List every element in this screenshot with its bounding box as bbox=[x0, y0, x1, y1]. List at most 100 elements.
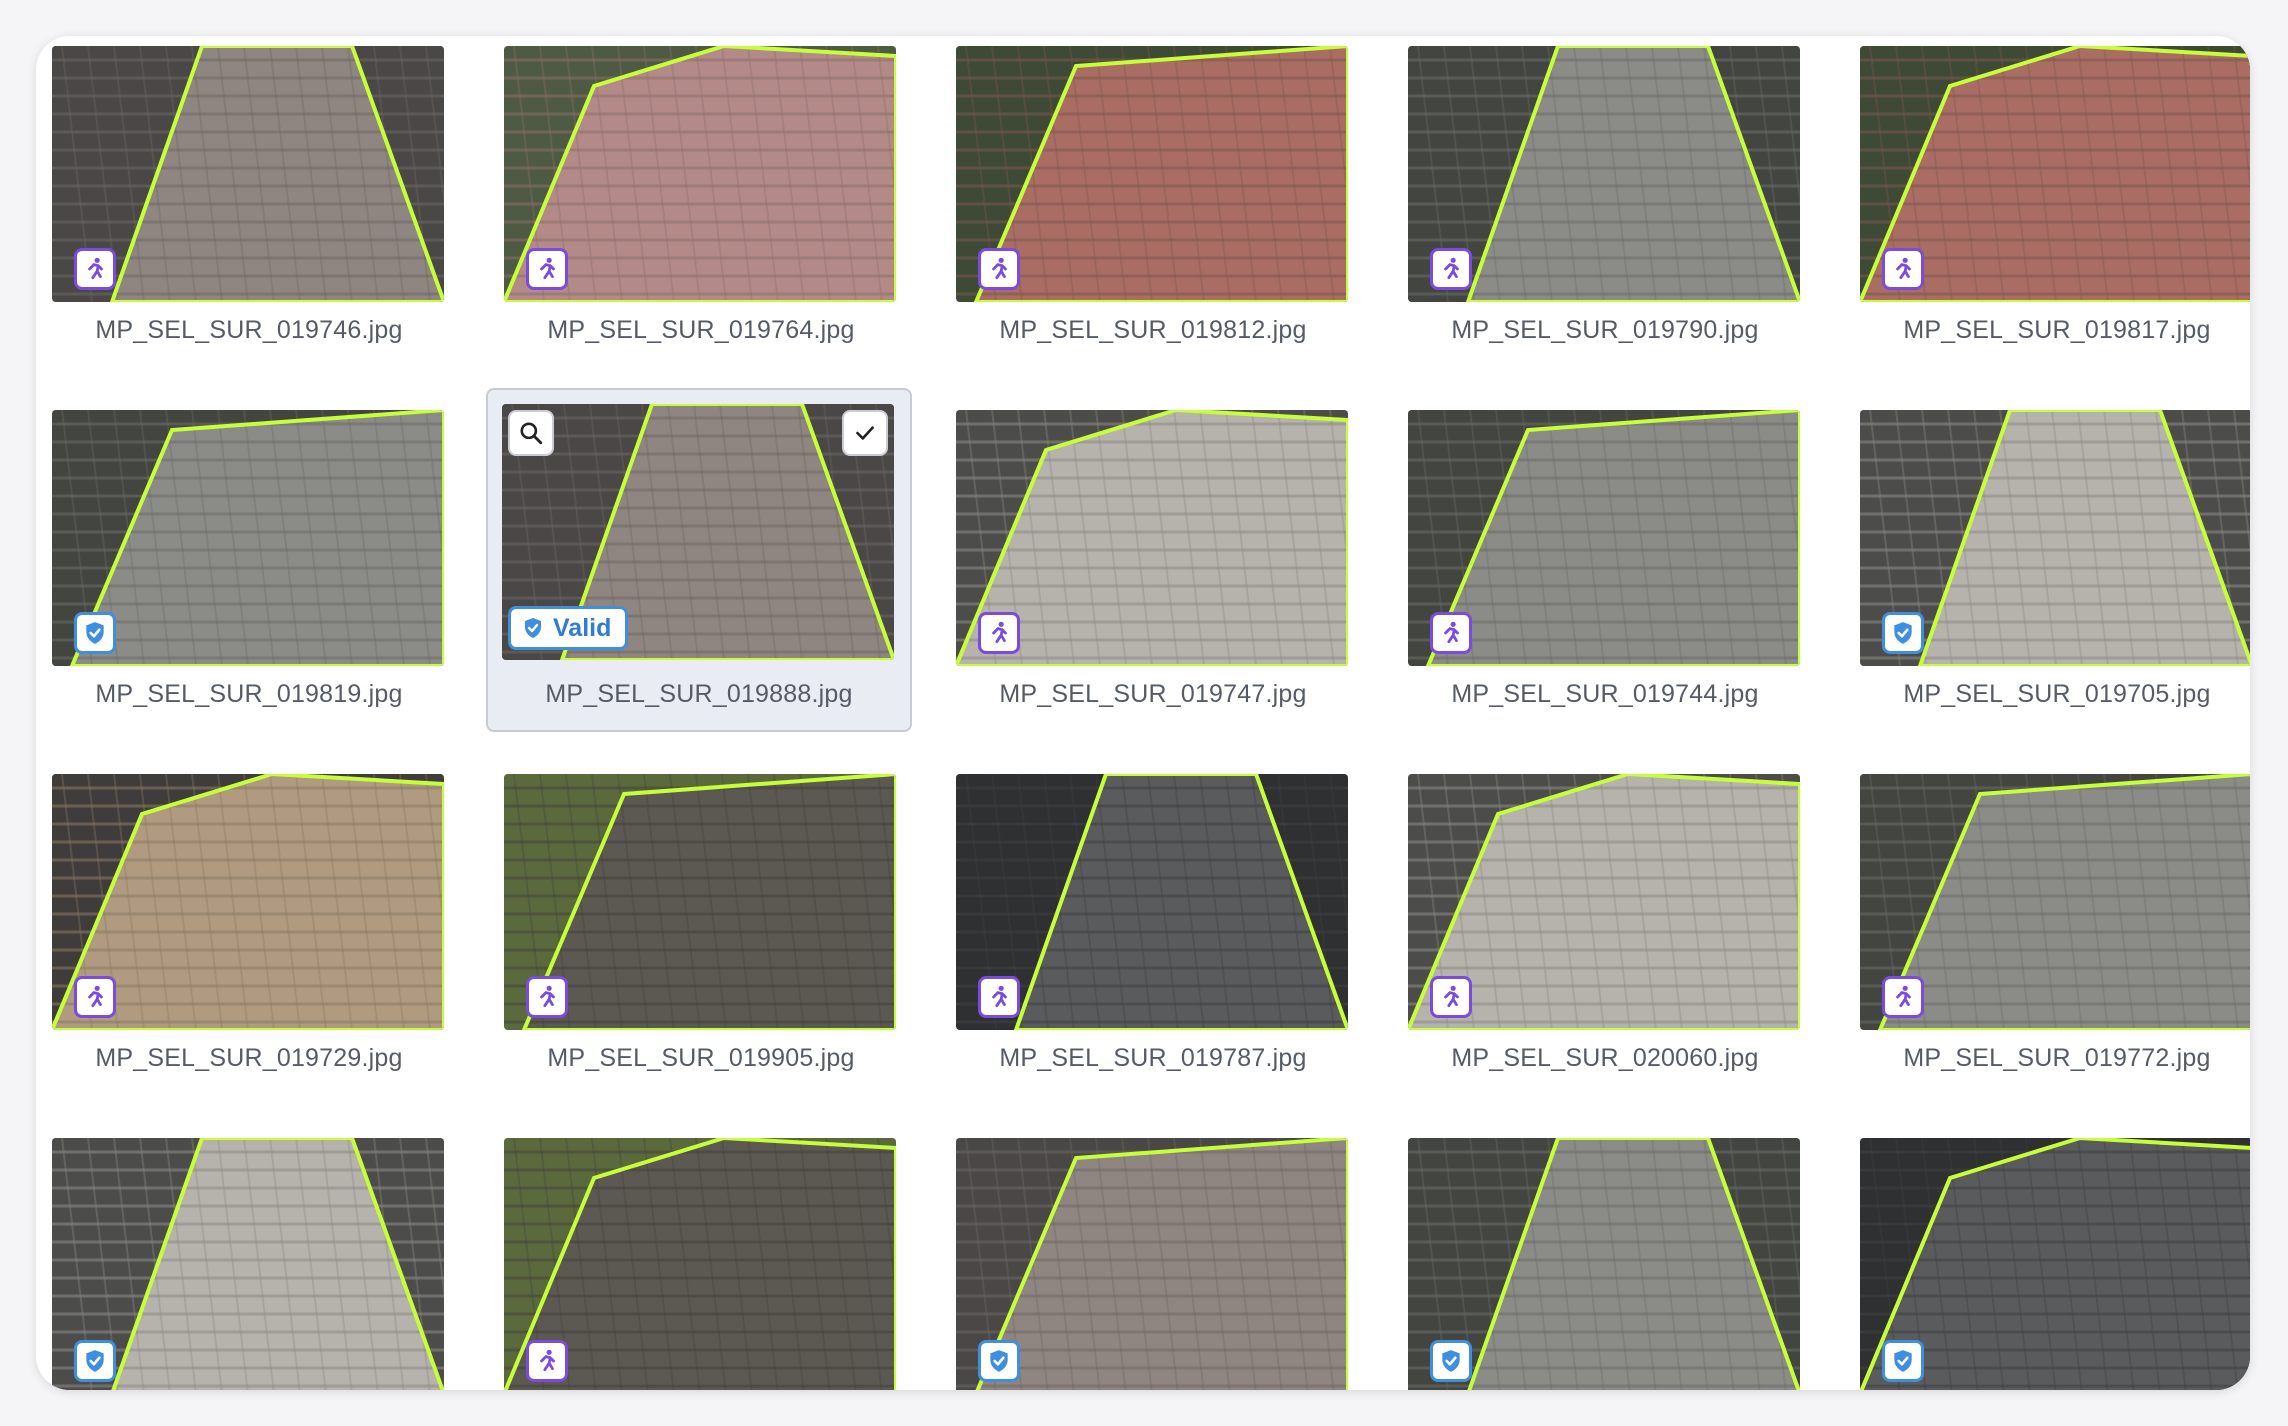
thumbnail[interactable] bbox=[956, 774, 1348, 1030]
thumbnail[interactable] bbox=[956, 410, 1348, 666]
valid-badge bbox=[74, 1340, 116, 1382]
valid-badge bbox=[1882, 1340, 1924, 1382]
shield-check-icon bbox=[1894, 622, 1912, 644]
gallery-item[interactable]: MP_SEL_SUR_019819.jpg bbox=[36, 402, 462, 740]
thumbnail[interactable] bbox=[52, 410, 444, 666]
gallery-item[interactable]: MP_SEL_SUR_019729.jpg bbox=[36, 766, 462, 1104]
pedestrian-icon bbox=[540, 1349, 555, 1372]
valid-badge bbox=[74, 612, 116, 654]
filename-label: MP_SEL_SUR_019747.jpg bbox=[999, 680, 1307, 708]
pedestrian-icon bbox=[540, 985, 555, 1008]
pedestrian-icon bbox=[992, 257, 1007, 280]
thumbnail[interactable] bbox=[504, 1138, 896, 1390]
gallery-item[interactable]: MP_SEL_SUR_019790.jpg bbox=[1392, 38, 1818, 376]
filename-label: MP_SEL_SUR_019772.jpg bbox=[1903, 1044, 2211, 1072]
thumbnail[interactable] bbox=[52, 1138, 444, 1390]
shield-check-icon bbox=[525, 618, 541, 638]
pedestrian-badge bbox=[1882, 976, 1924, 1018]
pedestrian-badge bbox=[1430, 248, 1472, 290]
pedestrian-badge bbox=[526, 1340, 568, 1382]
pedestrian-badge bbox=[978, 976, 1020, 1018]
pedestrian-icon bbox=[88, 985, 103, 1008]
filename-label: MP_SEL_SUR_019819.jpg bbox=[95, 680, 403, 708]
shield-check-icon bbox=[86, 622, 104, 644]
thumbnail[interactable] bbox=[1408, 774, 1800, 1030]
gallery-item[interactable] bbox=[1844, 1130, 2250, 1390]
filename-label: MP_SEL_SUR_019729.jpg bbox=[95, 1044, 403, 1072]
thumbnail[interactable] bbox=[52, 774, 444, 1030]
pedestrian-badge bbox=[1430, 612, 1472, 654]
select-checkbox[interactable] bbox=[842, 410, 888, 456]
valid-status-badge: Valid bbox=[508, 606, 629, 650]
pedestrian-icon bbox=[540, 257, 555, 280]
valid-badge bbox=[1430, 1340, 1472, 1382]
checkmark-icon bbox=[856, 426, 874, 440]
thumbnail[interactable] bbox=[1860, 1138, 2250, 1390]
pedestrian-icon bbox=[992, 621, 1007, 644]
filename-label: MP_SEL_SUR_019746.jpg bbox=[95, 316, 403, 344]
valid-badge bbox=[978, 1340, 1020, 1382]
thumbnail[interactable] bbox=[504, 774, 896, 1030]
pedestrian-icon bbox=[1444, 985, 1459, 1008]
thumbnail[interactable] bbox=[956, 1138, 1348, 1390]
gallery-item[interactable]: MP_SEL_SUR_019744.jpg bbox=[1392, 402, 1818, 740]
gallery-item[interactable] bbox=[36, 1130, 462, 1390]
gallery-item[interactable] bbox=[1392, 1130, 1818, 1390]
pedestrian-badge bbox=[978, 612, 1020, 654]
shield-check-icon bbox=[1442, 1350, 1460, 1372]
pedestrian-icon bbox=[1896, 257, 1911, 280]
gallery-item[interactable]: MP_SEL_SUR_019764.jpg bbox=[488, 38, 914, 376]
thumbnail[interactable] bbox=[1860, 774, 2250, 1030]
valid-badge bbox=[1882, 612, 1924, 654]
thumbnail[interactable] bbox=[1408, 410, 1800, 666]
pedestrian-badge bbox=[74, 248, 116, 290]
pedestrian-badge bbox=[978, 248, 1020, 290]
pedestrian-icon bbox=[992, 985, 1007, 1008]
filename-label: MP_SEL_SUR_019905.jpg bbox=[547, 1044, 855, 1072]
valid-status-label: Valid bbox=[553, 613, 612, 642]
thumbnail[interactable] bbox=[1408, 46, 1800, 302]
gallery-item[interactable]: Valid MP_SEL_SUR_019888.jpg bbox=[486, 388, 912, 732]
pedestrian-badge bbox=[526, 248, 568, 290]
gallery-item[interactable]: MP_SEL_SUR_019905.jpg bbox=[488, 766, 914, 1104]
thumbnail[interactable] bbox=[1860, 410, 2250, 666]
gallery-item[interactable]: MP_SEL_SUR_020060.jpg bbox=[1392, 766, 1818, 1104]
thumbnail[interactable]: Valid bbox=[502, 404, 894, 660]
filename-label: MP_SEL_SUR_019744.jpg bbox=[1451, 680, 1759, 708]
gallery-item[interactable]: MP_SEL_SUR_019747.jpg bbox=[940, 402, 1366, 740]
pedestrian-badge bbox=[74, 976, 116, 1018]
filename-label: MP_SEL_SUR_019812.jpg bbox=[999, 316, 1307, 344]
filename-label: MP_SEL_SUR_019787.jpg bbox=[999, 1044, 1307, 1072]
pedestrian-icon bbox=[1444, 257, 1459, 280]
thumbnail[interactable] bbox=[504, 46, 896, 302]
pedestrian-icon bbox=[1896, 985, 1911, 1008]
shield-check-icon bbox=[86, 1350, 104, 1372]
filename-label: MP_SEL_SUR_019790.jpg bbox=[1451, 316, 1759, 344]
pedestrian-badge bbox=[526, 976, 568, 1018]
pedestrian-badge bbox=[1882, 248, 1924, 290]
zoom-button[interactable] bbox=[508, 410, 554, 456]
gallery-item[interactable]: MP_SEL_SUR_019817.jpg bbox=[1844, 38, 2250, 376]
thumbnail[interactable] bbox=[1860, 46, 2250, 302]
gallery-item[interactable]: MP_SEL_SUR_019705.jpg bbox=[1844, 402, 2250, 740]
magnifier-icon bbox=[520, 422, 543, 445]
thumbnail[interactable] bbox=[956, 46, 1348, 302]
gallery-window: MP_SEL_SUR_019746.jpg MP_SEL_SUR_019764.… bbox=[36, 36, 2250, 1390]
shield-check-icon bbox=[990, 1350, 1008, 1372]
gallery-item[interactable]: MP_SEL_SUR_019746.jpg bbox=[36, 38, 462, 376]
filename-label: MP_SEL_SUR_019764.jpg bbox=[547, 316, 855, 344]
gallery-item[interactable]: MP_SEL_SUR_019812.jpg bbox=[940, 38, 1366, 376]
thumbnail[interactable] bbox=[52, 46, 444, 302]
pedestrian-icon bbox=[1444, 621, 1459, 644]
pedestrian-icon bbox=[88, 257, 103, 280]
gallery-item[interactable] bbox=[940, 1130, 1366, 1390]
gallery-item[interactable] bbox=[488, 1130, 914, 1390]
gallery-item[interactable]: MP_SEL_SUR_019772.jpg bbox=[1844, 766, 2250, 1104]
filename-label: MP_SEL_SUR_020060.jpg bbox=[1451, 1044, 1759, 1072]
pedestrian-badge bbox=[1430, 976, 1472, 1018]
thumbnail[interactable] bbox=[1408, 1138, 1800, 1390]
gallery-item[interactable]: MP_SEL_SUR_019787.jpg bbox=[940, 766, 1366, 1104]
filename-label: MP_SEL_SUR_019705.jpg bbox=[1903, 680, 2211, 708]
image-grid: MP_SEL_SUR_019746.jpg MP_SEL_SUR_019764.… bbox=[36, 36, 2250, 1390]
filename-label: MP_SEL_SUR_019888.jpg bbox=[545, 680, 853, 708]
